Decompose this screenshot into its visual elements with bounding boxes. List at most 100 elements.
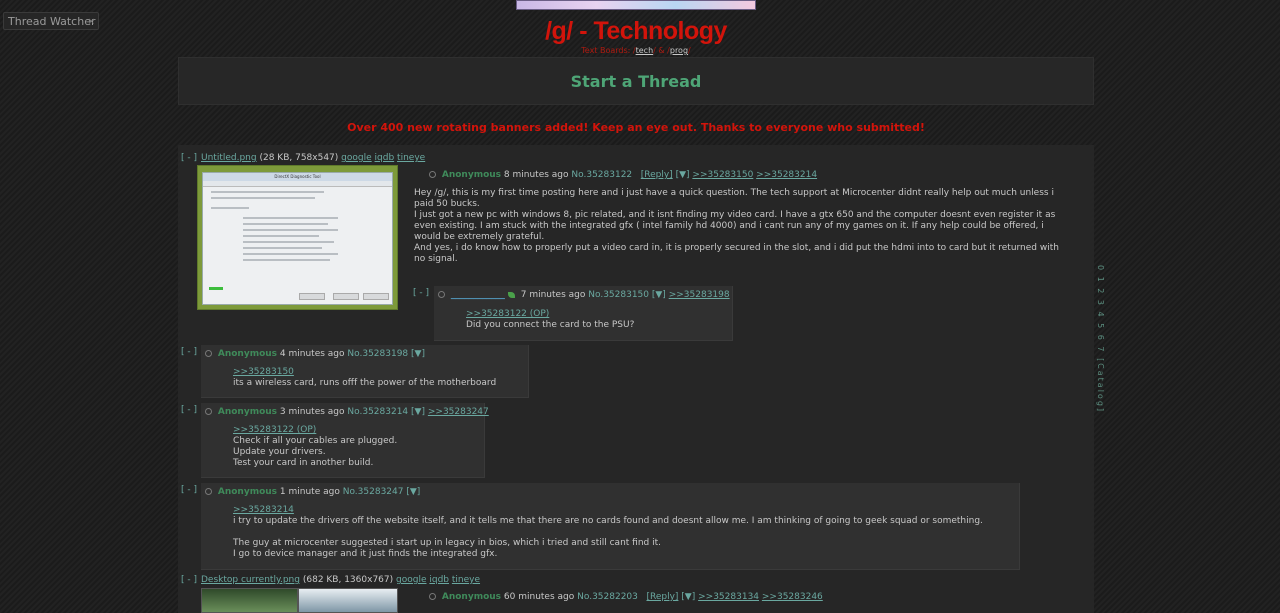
message-line: Update your drivers.: [233, 447, 326, 457]
hide-post-toggle[interactable]: [ - ]: [181, 347, 197, 357]
hide-thread-toggle[interactable]: [ - ]: [181, 153, 197, 163]
backlink[interactable]: >>35283247: [428, 407, 489, 417]
select-post-checkbox[interactable]: [429, 171, 436, 178]
reply-post-35283150: ____________ 7 minutes ago No.35283150 […: [434, 286, 733, 341]
tineye-link[interactable]: tineye: [397, 153, 425, 163]
post-menu-button[interactable]: [▼]: [411, 349, 425, 359]
start-thread-button[interactable]: Start a Thread: [178, 57, 1094, 105]
tineye-link[interactable]: tineye: [452, 575, 480, 585]
op-time: 8 minutes ago: [503, 170, 569, 180]
announcement: Over 400 new rotating banners added! Kee…: [347, 121, 925, 134]
message-line: Check if all your cables are plugged.: [233, 436, 398, 446]
link-tech[interactable]: tech: [636, 46, 654, 55]
post-menu-button[interactable]: [▼]: [676, 170, 690, 180]
reply-message: >>35283122 (OP) Did you connect the card…: [466, 309, 634, 331]
quote-link[interactable]: >>35283122 (OP): [233, 425, 397, 436]
dxdiag-window-title: DirectX Diagnostic Tool: [203, 173, 392, 181]
op-post-number[interactable]: No.35283122: [571, 170, 632, 180]
post-menu-button[interactable]: [▼]: [411, 407, 425, 417]
reply-header: Anonymous 3 minutes ago No.35283214 [▼] …: [205, 407, 489, 417]
reply-post-number[interactable]: No.35283150: [588, 290, 649, 300]
op-thumbnail[interactable]: DirectX Diagnostic Tool: [197, 165, 398, 310]
dxdiag-line: [211, 191, 325, 193]
backlink[interactable]: >>35283150: [692, 170, 753, 180]
reply-time: 7 minutes ago: [520, 290, 586, 300]
post-menu-button[interactable]: [▼]: [652, 290, 666, 300]
reply-time: 4 minutes ago: [279, 349, 345, 359]
reply-name: Anonymous: [217, 487, 278, 497]
dxdiag-progress: [209, 287, 223, 290]
google-link[interactable]: google: [396, 575, 426, 585]
dxdiag-line: [211, 197, 315, 199]
hide-post-toggle[interactable]: [ - ]: [181, 405, 197, 415]
quote-link[interactable]: >>35283122 (OP): [466, 309, 634, 320]
message-line: I just got a new pc with windows 8, pic …: [414, 210, 1056, 220]
board-title: /g/ - Technology: [545, 17, 727, 45]
message-line: i try to update the drivers off the webs…: [233, 516, 983, 526]
op2-name: Anonymous: [441, 592, 502, 602]
op2-file-link[interactable]: Desktop currently.png: [201, 575, 300, 585]
leaf-icon: [507, 291, 515, 298]
message-line: I go to device manager and it just finds…: [233, 549, 498, 559]
op-file-details: (28 KB, 758x547): [259, 153, 339, 163]
backlink[interactable]: >>35283134: [698, 592, 759, 602]
message-line: its a wireless card, runs offf the power…: [233, 378, 497, 388]
reply-post-number[interactable]: No.35283198: [347, 349, 408, 359]
select-post-checkbox[interactable]: [205, 488, 212, 495]
reply-name: Anonymous: [217, 407, 278, 417]
subtitle-mid: / & /: [653, 46, 670, 55]
text-boards-subtitle: Text Boards: /tech/ & /prog/: [0, 46, 1272, 55]
op-file-link[interactable]: Untitled.png: [201, 153, 257, 163]
link-prog[interactable]: prog: [670, 46, 688, 55]
dxdiag-line: [243, 247, 323, 249]
message-line: even existing. I am stuck with the integ…: [414, 221, 1044, 231]
message-line: Hey /g/, this is my first time posting h…: [414, 188, 1054, 198]
hide-thread-toggle[interactable]: [ - ]: [181, 575, 197, 585]
op-file-info: [ - ] Untitled.png (28 KB, 758x547) googl…: [181, 153, 425, 163]
reply-button[interactable]: [Reply]: [646, 592, 678, 602]
dxdiag-button: [363, 293, 389, 300]
op-post-header: Anonymous 8 minutes ago No.35283122 [Rep…: [429, 170, 817, 180]
message-line: no signal.: [414, 254, 458, 264]
backlink[interactable]: >>35283214: [756, 170, 817, 180]
backlink[interactable]: >>35283198: [669, 290, 730, 300]
message-line: The guy at microcenter suggested i start…: [233, 538, 662, 548]
dxdiag-button: [299, 293, 325, 300]
quote-link[interactable]: >>35283150: [233, 367, 496, 378]
dxdiag-line: [243, 235, 319, 237]
reply-post-number[interactable]: No.35283247: [343, 487, 404, 497]
message-line: Test your card in another build.: [233, 458, 374, 468]
op2-thumbnail-left[interactable]: [201, 588, 298, 613]
select-post-checkbox[interactable]: [438, 291, 445, 298]
reply-post-35283214: Anonymous 3 minutes ago No.35283214 [▼] …: [201, 403, 489, 478]
select-post-checkbox[interactable]: [205, 350, 212, 357]
select-post-checkbox[interactable]: [429, 593, 436, 600]
post-menu-button[interactable]: [▼]: [681, 592, 695, 602]
subtitle-prefix: Text Boards: /: [581, 46, 636, 55]
hide-post-toggle[interactable]: [ - ]: [413, 288, 429, 298]
op2-thumbnail-right[interactable]: [298, 588, 398, 613]
hide-post-toggle[interactable]: [ - ]: [181, 485, 197, 495]
reply-button[interactable]: [Reply]: [641, 170, 673, 180]
message-line: Did you connect the card to the PSU?: [466, 320, 635, 330]
backlink[interactable]: >>35283246: [762, 592, 823, 602]
reply-post-number[interactable]: No.35283214: [347, 407, 408, 417]
post-menu-button[interactable]: [▼]: [406, 487, 420, 497]
quote-link[interactable]: >>35283214: [233, 505, 983, 516]
reply-name: ____________: [450, 290, 505, 300]
page-navigation[interactable]: 0 1 2 3 4 5 6 7 [Catalog]: [1095, 265, 1105, 413]
iqdb-link[interactable]: iqdb: [375, 153, 395, 163]
iqdb-link[interactable]: iqdb: [429, 575, 449, 585]
select-post-checkbox[interactable]: [205, 408, 212, 415]
message-line: And yes, i do know how to properly put a…: [414, 243, 1059, 253]
board-banner[interactable]: [516, 0, 756, 10]
reply-header: ____________ 7 minutes ago No.35283150 […: [438, 290, 730, 300]
google-link[interactable]: google: [341, 153, 371, 163]
op2-post-number[interactable]: No.35282203: [577, 592, 638, 602]
dxdiag-line: [243, 253, 338, 255]
dxdiag-button: [333, 293, 359, 300]
op2-time: 60 minutes ago: [503, 592, 575, 602]
op2-file-info: [ - ] Desktop currently.png (682 KB, 1360…: [181, 575, 480, 585]
reply-message: >>35283214 i try to update the drivers o…: [233, 505, 983, 560]
subtitle-suffix: /: [688, 46, 691, 55]
